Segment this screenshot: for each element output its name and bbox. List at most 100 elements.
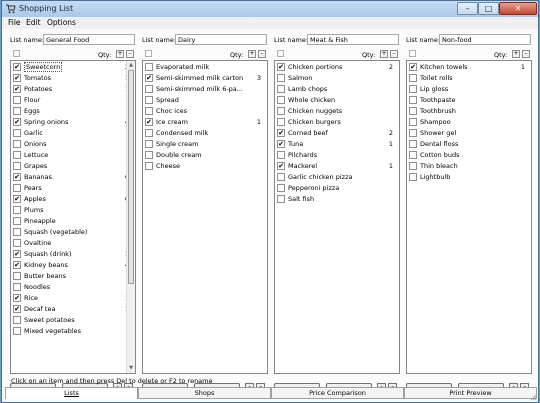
qty-increase-button[interactable]: +: [512, 50, 520, 58]
item-checkbox[interactable]: [277, 85, 285, 93]
item-checkbox[interactable]: [277, 118, 285, 126]
item-checkbox[interactable]: [277, 173, 285, 181]
item-checkbox[interactable]: [145, 140, 153, 148]
item-checkbox[interactable]: [277, 74, 285, 82]
item-checkbox[interactable]: [13, 228, 21, 236]
vertical-scrollbar[interactable]: ▲ ▼: [126, 61, 135, 373]
list-item[interactable]: Lettuce: [13, 150, 133, 160]
list-name-field[interactable]: General Food: [43, 34, 135, 45]
list-item[interactable]: Plums: [13, 205, 133, 215]
list-item[interactable]: ✔ Ice cream 1: [145, 117, 265, 127]
item-checkbox[interactable]: [277, 195, 285, 203]
item-checkbox[interactable]: ✔: [13, 74, 21, 82]
list-item[interactable]: Spread: [145, 95, 265, 105]
list-item[interactable]: ✔Tomatos1: [13, 73, 133, 83]
list-item[interactable]: Eggs: [13, 106, 133, 116]
item-list[interactable]: Evaporated milk ✔ Semi-skimmed milk carton…: [142, 60, 268, 374]
item-checkbox[interactable]: [13, 140, 21, 148]
list-item[interactable]: ✔Kidney beans4: [13, 260, 133, 270]
item-checkbox[interactable]: [13, 316, 21, 324]
item-checkbox[interactable]: [145, 96, 153, 104]
item-checkbox[interactable]: [13, 162, 21, 170]
list-item[interactable]: Cotton buds: [409, 150, 529, 160]
list-item[interactable]: Noodles: [13, 282, 133, 292]
list-item[interactable]: ✔ Chicken portions 2: [277, 62, 397, 72]
list-item[interactable]: Pepperoni pizza: [277, 183, 397, 193]
item-checkbox[interactable]: [277, 184, 285, 192]
item-checkbox[interactable]: [409, 162, 417, 170]
scroll-down-icon[interactable]: ▼: [127, 364, 135, 373]
item-checkbox[interactable]: [277, 107, 285, 115]
item-checkbox[interactable]: [13, 327, 21, 335]
item-checkbox[interactable]: [145, 85, 153, 93]
item-checkbox[interactable]: ✔: [13, 63, 21, 71]
list-item[interactable]: Thin bleach: [409, 161, 529, 171]
list-item[interactable]: Evaporated milk: [145, 62, 265, 72]
list-item[interactable]: Toothpaste: [409, 95, 529, 105]
qty-decrease-button[interactable]: -: [258, 50, 266, 58]
item-checkbox[interactable]: [409, 151, 417, 159]
list-item[interactable]: Grapes: [13, 161, 133, 171]
list-item[interactable]: ✔ Kitchen towels 1: [409, 62, 529, 72]
item-checkbox[interactable]: ✔: [13, 85, 21, 93]
select-all-checkbox[interactable]: [409, 50, 416, 57]
qty-decrease-button[interactable]: -: [390, 50, 398, 58]
item-checkbox[interactable]: [13, 272, 21, 280]
tab-print-preview[interactable]: Print Preview: [404, 387, 537, 399]
list-item[interactable]: ✔Potatoes1: [13, 84, 133, 94]
list-item[interactable]: Pineapple: [13, 216, 133, 226]
list-name-field[interactable]: Meat & Fish: [307, 34, 399, 45]
item-checkbox[interactable]: [145, 151, 153, 159]
list-name-field[interactable]: Dairy: [175, 34, 267, 45]
item-checkbox[interactable]: [277, 96, 285, 104]
select-all-checkbox[interactable]: [145, 50, 152, 57]
menu-edit[interactable]: Edit: [26, 18, 41, 27]
item-checkbox[interactable]: [13, 239, 21, 247]
item-checkbox[interactable]: [409, 96, 417, 104]
item-checkbox[interactable]: [409, 118, 417, 126]
item-checkbox[interactable]: [409, 85, 417, 93]
list-item[interactable]: Ovaltine: [13, 238, 133, 248]
tab-lists[interactable]: Lists: [5, 387, 138, 399]
list-item[interactable]: Toothbrush: [409, 106, 529, 116]
scroll-thumb[interactable]: [128, 70, 134, 284]
list-item[interactable]: Chicken burgers: [277, 117, 397, 127]
item-checkbox[interactable]: ✔: [13, 294, 21, 302]
tab-shops[interactable]: Shops: [138, 387, 271, 399]
select-all-checkbox[interactable]: [13, 50, 20, 57]
item-checkbox[interactable]: [409, 107, 417, 115]
list-item[interactable]: ✔Spring onions4: [13, 117, 133, 127]
list-name-field[interactable]: Non-food: [439, 34, 531, 45]
list-item[interactable]: Lamb chops: [277, 84, 397, 94]
close-button[interactable]: ✕: [499, 2, 537, 15]
list-item[interactable]: ✔ Tuna 1: [277, 139, 397, 149]
item-checkbox[interactable]: [13, 283, 21, 291]
qty-decrease-button[interactable]: -: [126, 50, 134, 58]
list-item[interactable]: Squash (vegetable): [13, 227, 133, 237]
item-checkbox[interactable]: [145, 107, 153, 115]
item-checkbox[interactable]: ✔: [13, 118, 21, 126]
list-item[interactable]: Chicken nuggets: [277, 106, 397, 116]
menu-file[interactable]: File: [8, 18, 21, 27]
item-checkbox[interactable]: ✔: [13, 195, 21, 203]
item-checkbox[interactable]: [277, 151, 285, 159]
list-item[interactable]: Sweet potatoes: [13, 315, 133, 325]
list-item[interactable]: ✔ Semi-skimmed milk carton 3: [145, 73, 265, 83]
tab-price-comparison[interactable]: Price Comparison: [271, 387, 404, 399]
qty-increase-button[interactable]: +: [380, 50, 388, 58]
list-item[interactable]: Lightbulb: [409, 172, 529, 182]
item-list[interactable]: ✔ Kitchen towels 1 Toilet rolls Lip gloss Too…: [406, 60, 532, 374]
qty-increase-button[interactable]: +: [116, 50, 124, 58]
list-item[interactable]: Lip gloss: [409, 84, 529, 94]
list-item[interactable]: ✔Sweetcorn2: [13, 62, 133, 72]
list-item[interactable]: Pears: [13, 183, 133, 193]
list-item[interactable]: Pilchards: [277, 150, 397, 160]
item-list[interactable]: ✔Sweetcorn2✔Tomatos1✔Potatoes1FlourEggs✔…: [10, 60, 136, 374]
list-item[interactable]: Semi-skimmed milk 6-pa...: [145, 84, 265, 94]
item-checkbox[interactable]: ✔: [13, 305, 21, 313]
qty-increase-button[interactable]: +: [248, 50, 256, 58]
list-item[interactable]: Whole chicken: [277, 95, 397, 105]
item-checkbox[interactable]: [145, 63, 153, 71]
list-item[interactable]: Butter beans: [13, 271, 133, 281]
item-checkbox[interactable]: ✔: [277, 162, 285, 170]
